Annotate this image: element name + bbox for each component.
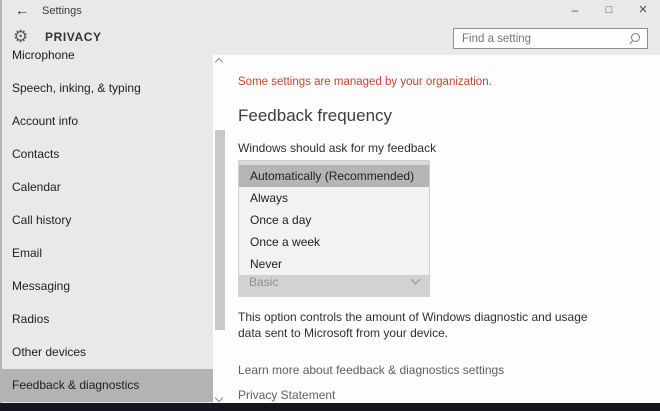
managed-by-organization-notice: Some settings are managed by your organi… [238,76,492,88]
dropdown-option-once-a-week[interactable]: Once a week [239,231,429,253]
section-heading: Feedback frequency [238,106,393,125]
learn-more-link[interactable]: Learn more about feedback & diagnostics … [238,363,504,377]
settings-window: ← Settings – □ × ⚙ PRIVACY Microphone Sp… [0,0,660,411]
sidebar-item-account-info[interactable]: Account info [0,105,213,138]
search-box[interactable] [453,28,648,49]
sidebar-item-speech-inking-typing[interactable]: Speech, inking, & typing [0,72,213,105]
dropdown-option-never[interactable]: Never [239,253,429,275]
feedback-dropdown-label: Windows should ask for my feedback [238,141,437,155]
sidebar-item-calendar[interactable]: Calendar [0,171,213,204]
chevron-down-icon [410,274,421,285]
diagnostic-description: This option controls the amount of Windo… [238,309,588,341]
sidebar: Microphone Speech, inking, & typing Acco… [0,39,213,402]
sidebar-item-microphone[interactable]: Microphone [0,39,213,72]
privacy-statement-link[interactable]: Privacy Statement [238,388,335,402]
minimize-button[interactable]: – [558,0,592,22]
sidebar-item-email[interactable]: Email [0,237,213,270]
sidebar-item-radios[interactable]: Radios [0,303,213,336]
main-content: Some settings are managed by your organi… [213,55,660,403]
feedback-frequency-dropdown-list: Automatically (Recommended) Always Once … [238,160,430,276]
titlebar: ← Settings – □ × [0,0,660,22]
sidebar-item-contacts[interactable]: Contacts [0,138,213,171]
search-input[interactable] [454,29,626,48]
scroll-up-button[interactable] [214,56,224,67]
maximize-button[interactable]: □ [592,0,626,22]
sidebar-item-messaging[interactable]: Messaging [0,270,213,303]
dropdown-option-once-a-day[interactable]: Once a day [239,209,429,231]
dropdown-option-always[interactable]: Always [239,187,429,209]
sidebar-item-feedback-diagnostics[interactable]: Feedback & diagnostics [0,369,213,402]
sidebar-item-other-devices[interactable]: Other devices [0,336,213,369]
scroll-down-button[interactable] [214,393,224,403]
description-line-1: This option controls the amount of Windo… [238,310,588,324]
scrollbar-thumb[interactable] [215,130,225,330]
taskbar-edge [0,403,660,411]
window-title: Settings [42,5,82,17]
dropdown-option-automatically[interactable]: Automatically (Recommended) [239,165,429,187]
search-icon [629,33,640,45]
back-button[interactable]: ← [9,0,35,22]
sidebar-item-call-history[interactable]: Call history [0,204,213,237]
window-left-border [0,0,2,411]
description-line-2: data sent to Microsoft from your device. [238,326,449,340]
close-button[interactable]: × [626,0,660,22]
window-controls: – □ × [558,0,660,22]
